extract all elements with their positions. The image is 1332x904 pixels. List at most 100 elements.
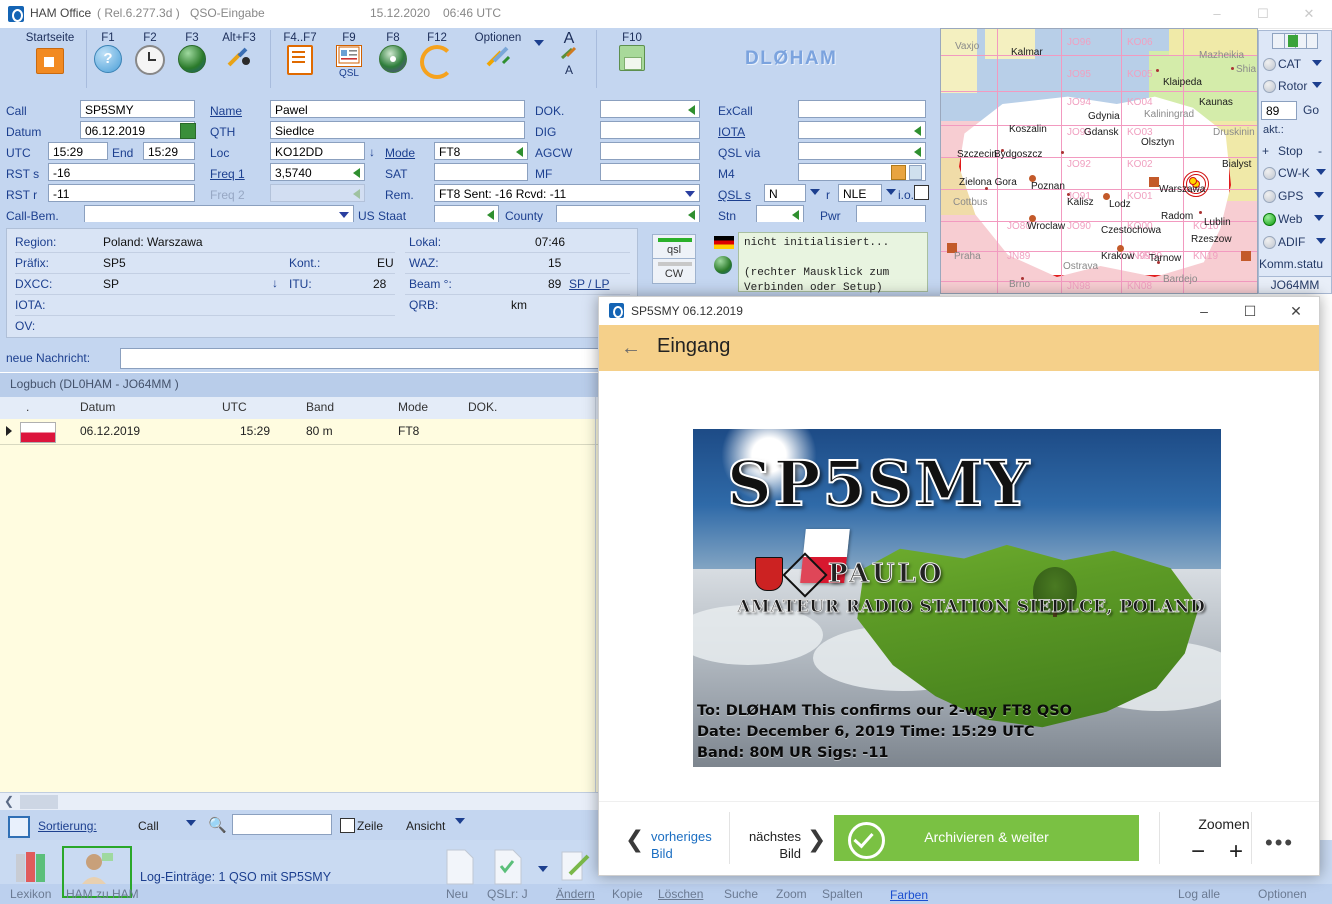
ribbon-item-f12[interactable]: F12	[416, 32, 458, 82]
us-staat-input[interactable]	[434, 205, 499, 223]
qsl-button[interactable]: qsl	[652, 234, 696, 260]
rem-input[interactable]: FT8 Sent: -16 Rcvd: -11	[434, 184, 700, 202]
column-header-utc[interactable]: UTC	[222, 400, 247, 414]
ribbon-item-f1[interactable]: F1 ?	[90, 32, 126, 73]
utc-input[interactable]: 15:29	[48, 142, 108, 160]
dok-input[interactable]	[600, 100, 700, 118]
grid-view-icon[interactable]	[8, 816, 30, 838]
left-arrow-icon[interactable]	[353, 168, 360, 178]
mode-input[interactable]: FT8	[434, 142, 528, 160]
call-input[interactable]: SP5SMY	[80, 100, 195, 118]
dig-input[interactable]	[600, 121, 700, 139]
stn-input[interactable]	[756, 205, 804, 223]
more-options-icon[interactable]: •••	[1265, 830, 1294, 856]
left-arrow-icon[interactable]	[516, 147, 523, 157]
grid-indicator-icon[interactable]	[1272, 33, 1318, 49]
scroll-left-icon[interactable]: ❮	[4, 794, 14, 808]
chevron-down-icon[interactable]	[810, 189, 820, 195]
lexikon-icon[interactable]	[10, 848, 54, 888]
chevron-down-icon[interactable]	[1316, 238, 1326, 244]
komm-status-label[interactable]: Komm.statu	[1259, 257, 1323, 271]
io-checkbox[interactable]	[914, 185, 929, 200]
next-image-chevron-icon[interactable]: ❯	[807, 826, 826, 853]
suche-label[interactable]: Suche	[724, 887, 758, 901]
ham-zu-ham-icon[interactable]	[76, 850, 120, 890]
viewer-close-button[interactable]: ✕	[1273, 297, 1319, 325]
qsl-via-input[interactable]	[798, 142, 926, 160]
excall-input[interactable]	[798, 100, 926, 118]
zoom-label[interactable]: Zoom	[776, 887, 807, 901]
chevron-down-icon[interactable]	[886, 189, 896, 195]
chevron-down-icon[interactable]	[538, 866, 548, 872]
qth-input[interactable]: Siedlce	[270, 121, 525, 139]
itu-download-icon[interactable]: ↓	[272, 276, 278, 290]
left-arrow-icon[interactable]	[792, 210, 799, 220]
search-icon[interactable]: 🔍	[208, 816, 227, 834]
sidebar-item-cat[interactable]: CAT	[1278, 57, 1301, 71]
loeschen-label[interactable]: Löschen	[658, 887, 703, 901]
kopie-label[interactable]: Kopie	[612, 887, 643, 901]
chevron-down-icon[interactable]	[186, 820, 196, 826]
qsl-r-input[interactable]: NLE	[838, 184, 882, 202]
window-close-button[interactable]: ✕	[1286, 0, 1332, 28]
rst-r-input[interactable]: -11	[48, 184, 195, 202]
ribbon-item-f8[interactable]: F8	[374, 32, 412, 76]
rotor-minus-button[interactable]: -	[1318, 144, 1322, 158]
next-image-button[interactable]: nächstes Bild	[737, 828, 801, 862]
loc-download-icon[interactable]: ↓	[369, 145, 375, 159]
beam-sp-lp-link[interactable]: SP / LP	[569, 277, 609, 291]
optionen-bottom-label[interactable]: Optionen	[1258, 887, 1307, 901]
county-input[interactable]	[556, 205, 700, 223]
sat-input[interactable]	[434, 163, 528, 181]
sort-field-value[interactable]: Call	[138, 819, 159, 833]
left-arrow-icon[interactable]	[914, 126, 921, 136]
left-arrow-icon[interactable]	[688, 105, 695, 115]
chevron-down-icon[interactable]	[1316, 169, 1326, 175]
viewer-maximize-button[interactable]: ☐	[1227, 297, 1273, 325]
rotor-stop-button[interactable]: Stop	[1278, 144, 1303, 158]
go-button[interactable]: Go	[1303, 103, 1319, 117]
document-icon[interactable]	[909, 165, 922, 180]
left-arrow-icon[interactable]	[688, 210, 695, 220]
search-input[interactable]	[232, 814, 332, 835]
chevron-down-icon[interactable]	[534, 40, 544, 46]
window-minimize-button[interactable]: –	[1194, 0, 1240, 28]
datum-input[interactable]: 06.12.2019	[80, 121, 195, 139]
zoom-out-button[interactable]: −	[1191, 838, 1205, 866]
ribbon-item-f2[interactable]: F2	[132, 32, 168, 78]
chevron-down-icon[interactable]	[1312, 60, 1322, 66]
window-maximize-button[interactable]: ☐	[1240, 0, 1286, 28]
ribbon-item-f9[interactable]: F9 QSL	[330, 32, 368, 80]
prev-image-button[interactable]: vorheriges Bild	[651, 828, 712, 862]
column-header-dok[interactable]: DOK.	[468, 400, 497, 414]
ribbon-item-f3[interactable]: F3	[174, 32, 210, 76]
left-arrow-icon[interactable]	[487, 210, 494, 220]
ribbon-item-optionen[interactable]: Optionen	[462, 32, 534, 72]
archive-and-next-button[interactable]: Archivieren & weiter	[834, 815, 1139, 861]
log-alle-label[interactable]: Log alle	[1178, 887, 1220, 901]
back-arrow-icon[interactable]: ←	[621, 337, 641, 360]
ribbon-item-altf3[interactable]: Alt+F3	[212, 32, 266, 72]
zoom-in-button[interactable]: +	[1229, 838, 1243, 866]
column-header-index[interactable]: .	[26, 400, 29, 414]
end-input[interactable]: 15:29	[143, 142, 195, 160]
aendern-icon[interactable]	[558, 848, 602, 888]
rotor-plus-button[interactable]: +	[1262, 144, 1269, 158]
pwr-input[interactable]	[856, 205, 926, 223]
qslr-icon[interactable]	[490, 848, 534, 888]
sidebar-item-web[interactable]: Web	[1278, 212, 1302, 226]
prev-image-chevron-icon[interactable]: ❮	[625, 826, 644, 853]
m4-input[interactable]	[798, 163, 926, 181]
chevron-down-icon[interactable]	[339, 212, 349, 218]
viewer-minimize-button[interactable]: –	[1181, 297, 1227, 325]
chevron-down-icon[interactable]	[685, 191, 695, 197]
scroll-thumb[interactable]	[20, 795, 58, 809]
farben-link[interactable]: Farben	[890, 888, 928, 902]
beam-heading-input[interactable]: 89	[1261, 101, 1297, 120]
world-map[interactable]: JO96 KO06 JO95 KO05 JO94 KO04 JO93 KO03 JO92 KO02…	[940, 28, 1258, 294]
chevron-down-icon[interactable]	[455, 818, 465, 824]
column-header-datum[interactable]: Datum	[80, 400, 115, 414]
column-header-mode[interactable]: Mode	[398, 400, 428, 414]
loc-input[interactable]: KO12DD	[270, 142, 365, 160]
column-header-band[interactable]: Band	[306, 400, 334, 414]
